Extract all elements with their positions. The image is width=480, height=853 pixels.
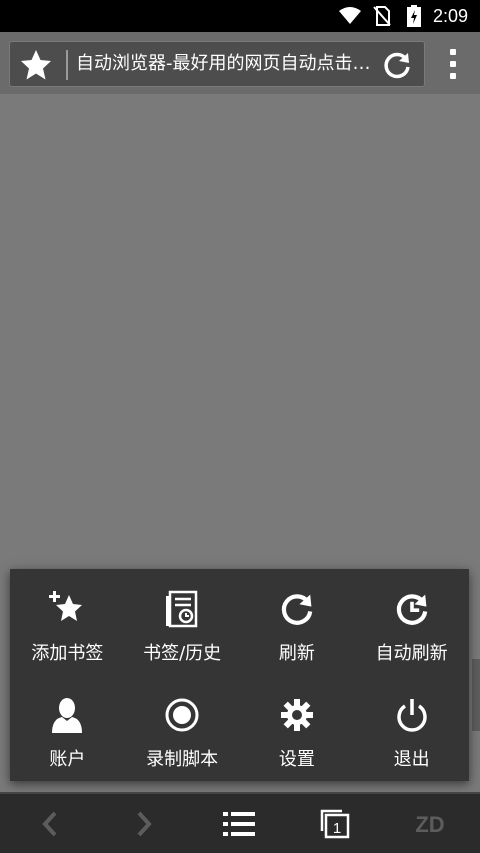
bookmarks-history-icon bbox=[162, 589, 202, 629]
no-sim-icon bbox=[371, 5, 393, 27]
menu-item-label: 书签/历史 bbox=[143, 643, 222, 664]
browser-toolbar: 自动浏览器-最好用的网页自动点击… bbox=[0, 32, 480, 94]
overflow-dot bbox=[450, 73, 456, 79]
menu-item-settings[interactable]: 设置 bbox=[240, 675, 355, 781]
refresh-icon bbox=[277, 589, 317, 629]
menu-item-refresh[interactable]: 刷新 bbox=[240, 569, 355, 675]
menu-item-label: 账户 bbox=[49, 749, 86, 770]
address-bar[interactable]: 自动浏览器-最好用的网页自动点击… bbox=[9, 41, 425, 87]
menu-item-bookmarks-history[interactable]: 书签/历史 bbox=[125, 569, 240, 675]
record-icon bbox=[162, 695, 202, 735]
zd-logo-icon[interactable]: ZD bbox=[408, 804, 452, 844]
list-menu-icon[interactable] bbox=[219, 804, 259, 844]
add-bookmark-star-icon bbox=[47, 589, 87, 629]
overflow-menu-icon[interactable] bbox=[440, 49, 466, 79]
battery-charging-icon bbox=[403, 5, 425, 27]
menu-item-exit[interactable]: 退出 bbox=[354, 675, 469, 781]
menu-item-label: 自动刷新 bbox=[375, 643, 448, 664]
refresh-icon[interactable] bbox=[382, 50, 412, 80]
star-icon[interactable] bbox=[20, 49, 52, 81]
back-icon[interactable] bbox=[30, 804, 70, 844]
menu-item-label: 退出 bbox=[393, 749, 430, 770]
overflow-dot bbox=[450, 49, 456, 55]
zd-logo-text: ZD bbox=[415, 812, 444, 837]
gear-icon bbox=[277, 695, 317, 735]
auto-refresh-clock-icon bbox=[392, 589, 432, 629]
status-bar: 2:09 bbox=[0, 0, 480, 32]
popup-menu: 添加书签 书签/历史 刷新 自动刷新 账户 录制脚本 设置 退出 bbox=[10, 569, 469, 781]
menu-item-record-script[interactable]: 录制脚本 bbox=[125, 675, 240, 781]
power-icon bbox=[392, 695, 432, 735]
menu-item-add-bookmark[interactable]: 添加书签 bbox=[10, 569, 125, 675]
bottom-navigation-bar: 1 ZD bbox=[0, 792, 480, 853]
overflow-dot bbox=[450, 61, 456, 67]
menu-item-auto-refresh[interactable]: 自动刷新 bbox=[354, 569, 469, 675]
menu-item-label: 添加书签 bbox=[31, 643, 104, 664]
tabs-icon[interactable]: 1 bbox=[315, 804, 355, 844]
account-person-icon bbox=[47, 695, 87, 735]
status-time: 2:09 bbox=[432, 5, 468, 26]
wifi-icon bbox=[338, 5, 361, 27]
address-separator bbox=[66, 50, 68, 80]
menu-item-account[interactable]: 账户 bbox=[10, 675, 125, 781]
menu-item-label: 设置 bbox=[278, 749, 315, 770]
forward-icon[interactable] bbox=[124, 804, 164, 844]
side-edge-shadow bbox=[472, 659, 480, 731]
tab-count: 1 bbox=[333, 820, 341, 837]
menu-item-label: 录制脚本 bbox=[146, 749, 219, 770]
menu-item-label: 刷新 bbox=[278, 643, 315, 664]
page-title[interactable]: 自动浏览器-最好用的网页自动点击… bbox=[76, 42, 376, 86]
